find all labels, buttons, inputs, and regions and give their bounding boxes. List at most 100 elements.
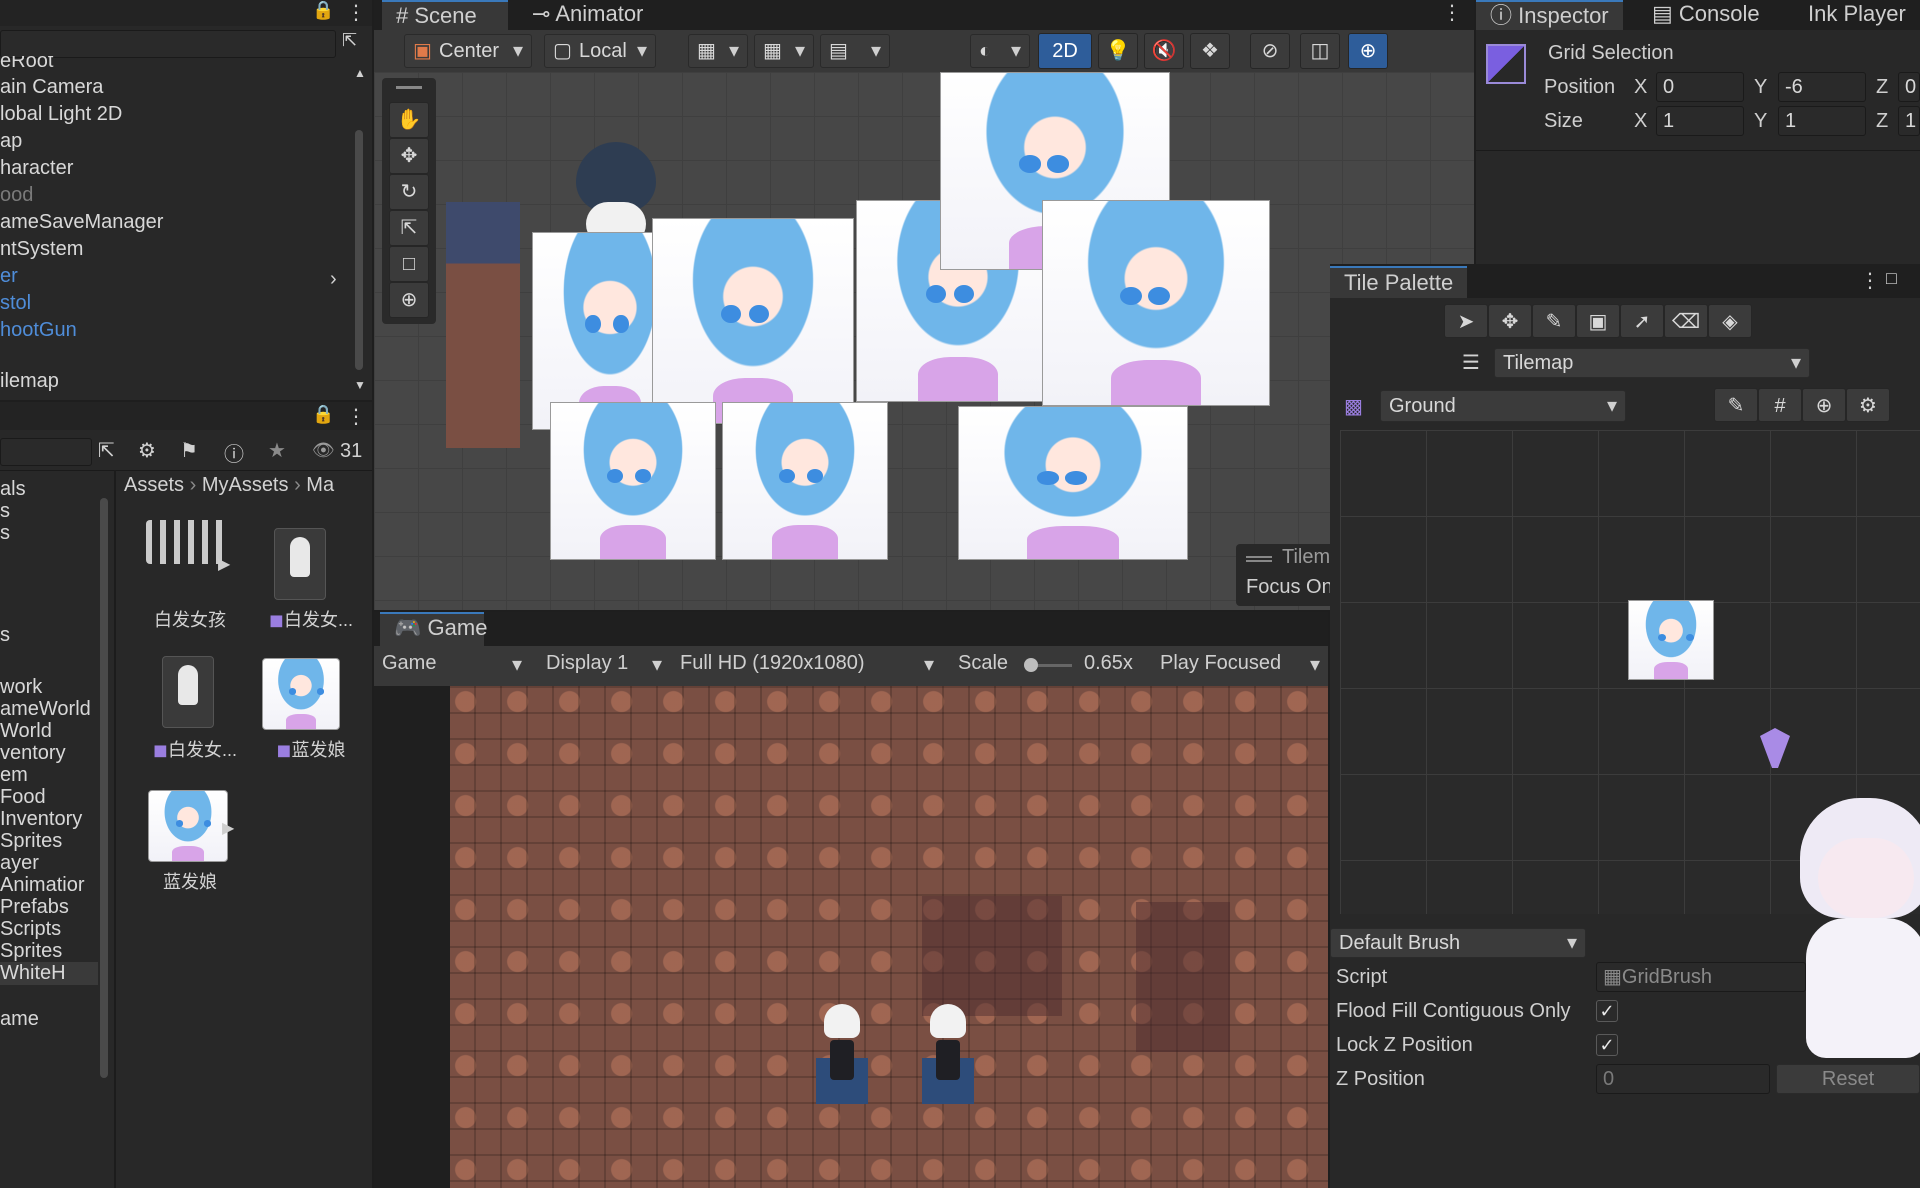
hand-tool-icon[interactable]: ✋ xyxy=(389,102,429,138)
tab-tile-palette[interactable]: Tile Palette xyxy=(1330,266,1468,298)
grid-visibility-dropdown[interactable]: ▤ xyxy=(820,34,890,68)
drag-handle[interactable] xyxy=(396,86,422,89)
more-menu-icon[interactable]: ⋮ xyxy=(1860,268,1880,293)
more-menu-icon[interactable]: ⋮ xyxy=(346,404,366,429)
hierarchy-item[interactable]: ameSaveManager xyxy=(0,211,163,234)
anime-tile[interactable] xyxy=(958,406,1188,560)
grid-snap-dropdown[interactable]: ▦ xyxy=(688,34,748,68)
more-menu-icon[interactable]: ⋮ xyxy=(1442,0,1462,25)
hierarchy-item[interactable]: lobal Light 2D xyxy=(0,103,122,126)
scene-viewport[interactable]: ✋ ✥ ↻ ⇱ □ ⊕ Tilem Focus On xyxy=(374,72,1474,610)
folder-item[interactable]: World xyxy=(0,720,52,743)
folder-item[interactable]: work xyxy=(0,676,42,699)
favorite-star-icon[interactable]: ★ xyxy=(268,438,286,463)
player-character-sprite[interactable] xyxy=(930,1004,966,1086)
search-by-type-icon[interactable]: ⇱ xyxy=(98,438,115,463)
flood-fill-checkbox[interactable]: ✓ xyxy=(1596,1000,1618,1022)
camera-settings-icon[interactable]: ◫ xyxy=(1300,33,1340,69)
scale-slider[interactable] xyxy=(1024,658,1072,672)
folder-item[interactable]: Prefabs xyxy=(0,896,69,919)
more-menu-icon[interactable]: ⋮ xyxy=(346,0,366,25)
anime-tile[interactable] xyxy=(1042,200,1270,406)
folder-item[interactable]: ayer xyxy=(0,852,39,875)
gizmo-toggle-icon[interactable]: ⊕ xyxy=(1802,388,1846,422)
folder-item[interactable]: Sprites xyxy=(0,940,62,963)
resolution-dropdown[interactable]: Full HD (1920x1080) xyxy=(680,652,942,677)
scroll-down-icon[interactable]: ▼ xyxy=(354,378,366,392)
rotate-tool-icon[interactable]: ↻ xyxy=(389,174,429,210)
folder-item[interactable]: s xyxy=(0,522,10,545)
tab-animator[interactable]: ⊸ Animator xyxy=(518,0,657,30)
script-field[interactable]: ▦GridBrush xyxy=(1596,962,1806,992)
lock-icon[interactable]: 🔒 xyxy=(312,404,334,425)
tab-scene[interactable]: # Scene xyxy=(382,0,508,30)
asset-thumbnail-character[interactable] xyxy=(162,656,214,728)
folder-item[interactable]: WhiteH xyxy=(0,962,98,985)
warning-icon[interactable]: ⓘ xyxy=(224,438,244,467)
hierarchy-item[interactable]: ntSystem xyxy=(0,238,83,261)
anime-tile[interactable] xyxy=(550,402,716,560)
search-expand-icon[interactable]: ⇱ xyxy=(342,30,357,51)
size-x-field[interactable]: 1 xyxy=(1656,106,1744,136)
hidden-eye-icon[interactable]: 👁 xyxy=(312,440,335,461)
folder-item[interactable]: als xyxy=(0,478,26,501)
position-y-field[interactable]: -6 xyxy=(1778,72,1866,102)
anime-tile[interactable] xyxy=(722,402,888,560)
size-y-field[interactable]: 1 xyxy=(1778,106,1866,136)
play-icon[interactable]: ▶ xyxy=(222,818,234,838)
breadcrumb-item[interactable]: Assets xyxy=(124,474,184,496)
transform-tool-icon[interactable]: ⊕ xyxy=(389,282,429,318)
focus-on-dropdown[interactable]: Focus On xyxy=(1246,576,1333,599)
gizmos-toggle-icon[interactable]: ⊕ xyxy=(1348,33,1388,69)
folder-item[interactable]: Food xyxy=(0,786,46,809)
toggle-2d-button[interactable]: 2D xyxy=(1038,33,1092,69)
scroll-up-icon[interactable]: ▲ xyxy=(354,66,366,80)
hierarchy-scrollbar[interactable] xyxy=(355,130,363,370)
fill-bucket-icon[interactable]: ◈ xyxy=(1708,304,1752,338)
picker-icon[interactable]: ➚ xyxy=(1620,304,1664,338)
paint-brush-icon[interactable]: ✎ xyxy=(1532,304,1576,338)
audio-toggle-icon[interactable]: 🔇 xyxy=(1144,33,1184,69)
hierarchy-item[interactable]: ilemap xyxy=(0,370,59,393)
increment-snap-dropdown[interactable]: ▦ xyxy=(754,34,814,68)
hierarchy-item[interactable]: ap xyxy=(0,130,22,153)
settings-gear-icon[interactable]: ⚙ xyxy=(1846,388,1890,422)
rect-tool-icon[interactable]: □ xyxy=(389,246,429,282)
asset-thumbnail-anime[interactable] xyxy=(148,790,228,862)
folder-item[interactable]: Inventory xyxy=(0,808,82,831)
tab-game[interactable]: 🎮 Game xyxy=(380,612,487,646)
player-character-sprite[interactable] xyxy=(824,1004,860,1086)
edit-pencil-icon[interactable]: ✎ xyxy=(1714,388,1758,422)
game-render[interactable] xyxy=(450,686,1328,1188)
folder-item[interactable]: em xyxy=(0,764,28,787)
overlay-drag-icon[interactable] xyxy=(1246,556,1272,562)
tab-inspector[interactable]: ⓘ Inspector xyxy=(1476,0,1623,30)
folder-item[interactable]: ventory xyxy=(0,742,66,765)
size-z-field[interactable]: 1 xyxy=(1898,106,1920,136)
z-position-field[interactable]: 0 xyxy=(1596,1064,1770,1094)
breadcrumb-item[interactable]: Ma xyxy=(306,474,334,496)
folder-item[interactable]: s xyxy=(0,500,10,523)
filter-label-icon[interactable]: ⚑ xyxy=(180,438,198,463)
filter-type-icon[interactable]: ⚙ xyxy=(138,438,156,463)
hierarchy-item[interactable]: stol xyxy=(0,292,31,315)
hierarchy-item[interactable]: ain Camera xyxy=(0,76,103,99)
position-z-field[interactable]: 0 xyxy=(1898,72,1920,102)
shading-mode-dropdown[interactable]: ◐ xyxy=(970,34,1030,68)
palette-dropdown[interactable]: Ground xyxy=(1380,390,1626,422)
folder-item[interactable]: ameWorld xyxy=(0,698,91,721)
anime-tile[interactable] xyxy=(652,218,854,424)
visibility-toggle-icon[interactable]: ⊘ xyxy=(1250,33,1290,69)
play-icon[interactable]: ▶ xyxy=(218,554,230,574)
pivot-rotation-dropdown[interactable]: ▢ Local xyxy=(544,34,656,68)
move-tool-icon[interactable]: ✥ xyxy=(1488,304,1532,338)
hierarchy-search-input[interactable] xyxy=(0,30,336,58)
grid-toggle-icon[interactable]: # xyxy=(1758,388,1802,422)
game-view-dropdown[interactable]: Game xyxy=(382,652,530,677)
hierarchy-item[interactable]: hootGun xyxy=(0,319,77,342)
breadcrumb-item[interactable]: MyAssets xyxy=(202,474,289,496)
select-tool-icon[interactable]: ➤ xyxy=(1444,304,1488,338)
lighting-toggle-icon[interactable]: 💡 xyxy=(1098,33,1138,69)
brush-dropdown[interactable]: Default Brush xyxy=(1330,928,1586,958)
box-fill-icon[interactable]: ▣ xyxy=(1576,304,1620,338)
